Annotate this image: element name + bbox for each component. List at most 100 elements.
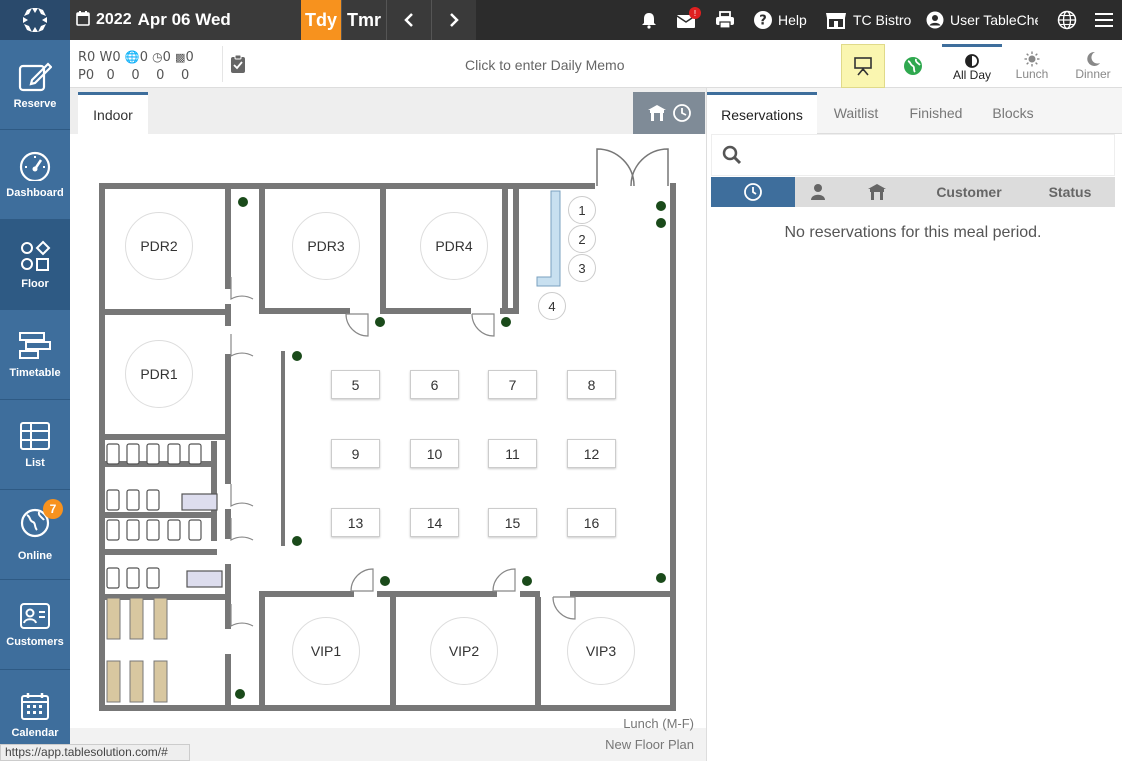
counter-seat[interactable]: 2	[568, 225, 596, 253]
table[interactable]: 12	[567, 439, 616, 468]
seat-small-icon: ▩	[175, 51, 186, 64]
notifications-button[interactable]	[640, 0, 658, 40]
online-toggle-button[interactable]	[893, 44, 933, 88]
room-vip1[interactable]: VIP1	[292, 617, 360, 685]
sort-guests-column[interactable]	[795, 177, 841, 207]
table[interactable]: 6	[410, 370, 459, 399]
tab-indoor[interactable]: Indoor	[78, 92, 148, 134]
memo-button[interactable]	[222, 46, 252, 82]
app-logo[interactable]	[0, 0, 70, 40]
sidebar-item-floor[interactable]: Floor	[0, 220, 70, 310]
shapes-icon	[21, 240, 51, 271]
table[interactable]: 10	[410, 439, 459, 468]
table-icon	[20, 421, 50, 450]
meal-label: Dinner	[1075, 67, 1111, 81]
floor-view-toggle[interactable]	[633, 92, 705, 134]
table[interactable]: 5	[331, 370, 380, 399]
sidebar-item-online[interactable]: 7 Online	[0, 490, 70, 580]
p-count: 0	[131, 68, 140, 83]
meal-lunch[interactable]: Lunch	[1004, 44, 1060, 88]
status-column[interactable]: Status	[1025, 177, 1115, 207]
floor-plan-name[interactable]: New Floor Plan	[605, 737, 694, 752]
status-bar-url: https://app.tablesolution.com/#	[0, 744, 190, 761]
svg-text:?: ?	[759, 14, 767, 29]
tab-waitlist[interactable]: Waitlist	[817, 92, 895, 134]
room-pdr3[interactable]: PDR3	[292, 212, 360, 280]
date-year: 2022	[96, 11, 132, 28]
seat-count: 0	[185, 50, 194, 65]
table[interactable]: 8	[567, 370, 616, 399]
app-window: 2022 Apr 06 Wed Tdy Tmr ! ? Help TC Bist…	[0, 0, 1122, 761]
reservations-panel: Reservations Waitlist Finished Blocks Cu…	[706, 88, 1122, 761]
hamburger-menu-button[interactable]	[1095, 0, 1113, 40]
sidebar-item-customers[interactable]: Customers	[0, 580, 70, 670]
sidebar-item-label: Dashboard	[6, 186, 64, 199]
room-pdr4[interactable]: PDR4	[420, 212, 488, 280]
table[interactable]: 9	[331, 439, 380, 468]
sort-table-column[interactable]	[841, 177, 913, 207]
timetable-icon	[19, 331, 51, 359]
presentation-button[interactable]	[841, 44, 885, 88]
tomorrow-button[interactable]: Tmr	[341, 0, 386, 40]
globe-small-icon: 🌐	[124, 50, 140, 64]
print-button[interactable]	[715, 0, 735, 40]
p-count: 0	[106, 68, 115, 83]
sidebar-item-dashboard[interactable]: Dashboard	[0, 130, 70, 220]
room-pdr2[interactable]: PDR2	[125, 212, 193, 280]
id-card-icon	[20, 602, 50, 629]
messages-button[interactable]: !	[676, 0, 701, 40]
sort-time-column[interactable]	[711, 177, 795, 207]
sidebar-item-label: List	[25, 456, 45, 469]
table-seat-icon	[868, 184, 886, 200]
sidebar-item-reserve[interactable]: Reserve	[0, 40, 70, 130]
customer-column[interactable]: Customer	[913, 177, 1025, 207]
w-count: 0	[112, 50, 121, 65]
w-label: W	[99, 50, 113, 65]
table[interactable]: 7	[488, 370, 537, 399]
store-icon	[826, 13, 846, 29]
user-name: User TableChec	[950, 12, 1038, 28]
tab-finished[interactable]: Finished	[897, 92, 975, 134]
sun-icon	[1024, 51, 1040, 67]
daily-memo[interactable]: Click to enter Daily Memo	[465, 57, 625, 73]
earth-icon	[904, 57, 922, 75]
room-pdr1[interactable]: PDR1	[125, 340, 193, 408]
calendar-icon	[21, 692, 49, 720]
chevron-right-icon	[450, 13, 459, 27]
sidebar-item-label: Reserve	[13, 97, 57, 110]
user-menu[interactable]: User TableChec	[926, 0, 1038, 40]
room-vip2[interactable]: VIP2	[430, 617, 498, 685]
prev-day-button[interactable]	[386, 0, 431, 40]
online-badge: 7	[43, 499, 63, 519]
next-day-button[interactable]	[431, 0, 476, 40]
table[interactable]: 13	[331, 508, 380, 537]
tab-blocks[interactable]: Blocks	[977, 92, 1049, 134]
meal-all-day[interactable]: All Day	[942, 44, 1002, 88]
counter-seat[interactable]: 3	[568, 254, 596, 282]
tab-reservations[interactable]: Reservations	[707, 92, 817, 134]
date-selector[interactable]: 2022 Apr 06 Wed	[70, 0, 301, 40]
help-button[interactable]: ? Help	[753, 0, 807, 40]
clock-icon	[673, 104, 691, 122]
table[interactable]: 16	[567, 508, 616, 537]
sidebar-item-timetable[interactable]: Timetable	[0, 310, 70, 400]
sidebar: Reserve Dashboard Floor Timetable List 7…	[0, 40, 70, 761]
floor-plan: PDR2 PDR3 PDR4 PDR1 VIP1 VIP2 VIP3 1 2 3…	[70, 134, 706, 761]
restaurant-selector[interactable]: TC Bistro	[825, 0, 911, 40]
language-globe-icon	[1057, 10, 1077, 30]
table[interactable]: 11	[488, 439, 537, 468]
counter-seat[interactable]: 1	[568, 196, 596, 224]
sidebar-item-list[interactable]: List	[0, 400, 70, 490]
chevron-left-icon	[404, 13, 413, 27]
half-circle-icon	[965, 53, 979, 68]
room-vip3[interactable]: VIP3	[567, 617, 635, 685]
table[interactable]: 15	[488, 508, 537, 537]
meal-dinner[interactable]: Dinner	[1064, 44, 1122, 88]
counter-seat[interactable]: 4	[538, 292, 566, 320]
search-input[interactable]	[711, 134, 1115, 176]
language-button[interactable]	[1057, 0, 1077, 40]
today-button[interactable]: Tdy	[301, 0, 341, 40]
table[interactable]: 14	[410, 508, 459, 537]
easel-icon	[854, 57, 872, 76]
reservations-table-header: Customer Status	[711, 177, 1115, 207]
